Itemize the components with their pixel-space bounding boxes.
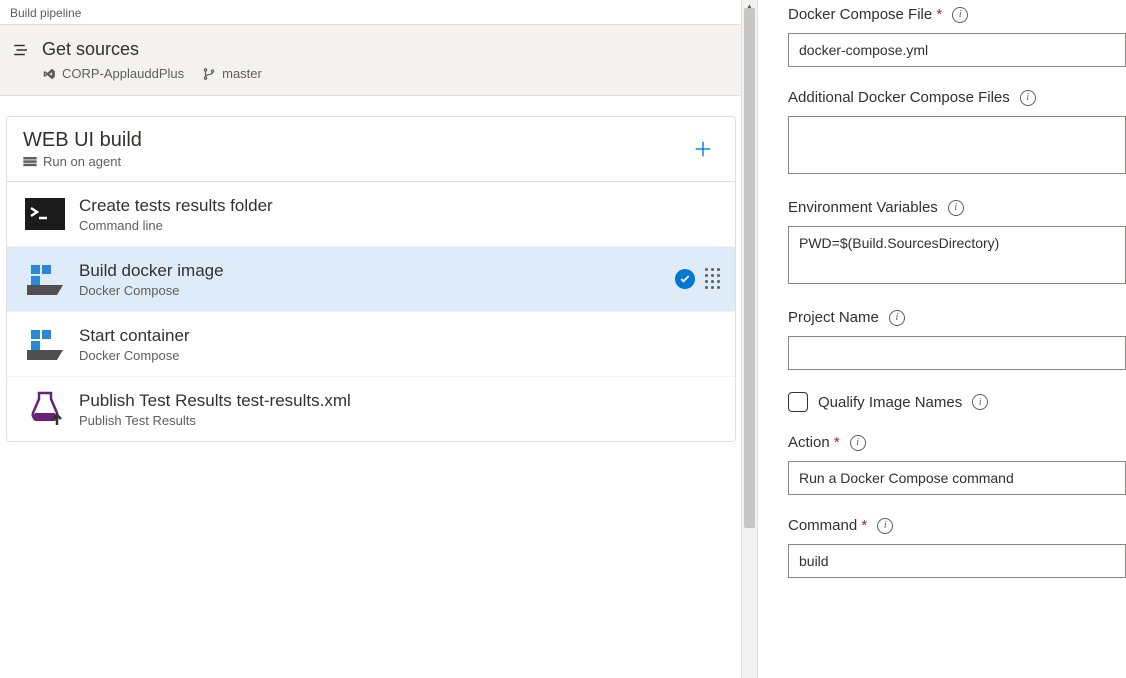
qualify-checkbox[interactable] <box>788 392 808 412</box>
label-text: Environment Variables <box>788 199 938 216</box>
plus-icon <box>692 138 714 160</box>
label-text: Docker Compose File * <box>788 6 942 23</box>
left-panel: Build pipeline Get sources CORP-Applaudd… <box>0 0 758 678</box>
label-text: Command * <box>788 517 867 534</box>
phase-sub: Run on agent <box>23 154 687 169</box>
task-sub: Publish Test Results <box>79 413 717 428</box>
field-env-vars: Environment Variables i <box>788 199 1126 287</box>
branch-name: master <box>222 66 262 81</box>
action-input[interactable] <box>788 461 1126 495</box>
task-title: Publish Test Results test-results.xml <box>79 391 717 411</box>
project-name-input[interactable] <box>788 336 1126 370</box>
field-project-name: Project Name i <box>788 309 1126 370</box>
docker-compose-icon <box>25 259 65 299</box>
agent-icon <box>23 157 37 167</box>
field-qualify: Qualify Image Names i <box>788 392 1126 412</box>
phase-title: WEB UI build <box>23 129 687 152</box>
publish-test-results-icon <box>25 389 65 429</box>
repo-name: CORP-ApplauddPlus <box>62 66 184 81</box>
info-icon[interactable]: i <box>952 7 968 23</box>
status-success-icon <box>675 269 695 289</box>
info-icon[interactable]: i <box>877 518 893 534</box>
phase-run-on: Run on agent <box>43 154 121 169</box>
label-text: Additional Docker Compose Files <box>788 89 1010 106</box>
phase-header[interactable]: WEB UI build Run on agent <box>7 117 735 182</box>
command-input[interactable] <box>788 544 1126 578</box>
repo-indicator: CORP-ApplauddPlus <box>42 66 184 81</box>
pipeline-list: Build pipeline Get sources CORP-Applaudd… <box>0 0 742 678</box>
task-publish-test-results[interactable]: Publish Test Results test-results.xml Pu… <box>7 377 735 441</box>
task-title: Create tests results folder <box>79 196 717 216</box>
info-icon[interactable]: i <box>1020 90 1036 106</box>
additional-files-input[interactable] <box>788 116 1126 174</box>
field-docker-compose-file: Docker Compose File * i <box>788 6 1126 67</box>
field-command: Command * i <box>788 517 1126 578</box>
scrollbar-thumb[interactable] <box>744 8 755 528</box>
get-sources-text: Get sources CORP-ApplauddPlus master <box>42 39 730 81</box>
task-build-docker-image[interactable]: Build docker image Docker Compose <box>7 247 735 312</box>
task-sub: Docker Compose <box>79 283 661 298</box>
task-right <box>675 268 717 290</box>
info-icon[interactable]: i <box>889 310 905 326</box>
label-text: Project Name <box>788 309 879 326</box>
info-icon[interactable]: i <box>850 435 866 451</box>
scrollbar[interactable]: ▲ <box>741 0 757 678</box>
get-sources-row[interactable]: Get sources CORP-ApplauddPlus master <box>0 25 742 96</box>
field-additional-files: Additional Docker Compose Files i <box>788 89 1126 177</box>
branch-icon <box>202 67 216 81</box>
drag-handle-icon[interactable] <box>705 268 717 290</box>
branch-indicator: master <box>202 66 262 81</box>
label-text: Action * <box>788 434 840 451</box>
task-title: Build docker image <box>79 261 661 281</box>
field-action: Action * i <box>788 434 1126 495</box>
get-sources-sub: CORP-ApplauddPlus master <box>42 66 730 81</box>
info-icon[interactable]: i <box>972 394 988 410</box>
get-sources-title: Get sources <box>42 39 730 60</box>
phase-card: WEB UI build Run on agent Create tests r… <box>6 116 736 442</box>
task-sub: Command line <box>79 218 717 233</box>
env-vars-input[interactable] <box>788 226 1126 284</box>
vs-icon <box>42 67 56 81</box>
info-icon[interactable]: i <box>948 200 964 216</box>
pipeline-header: Build pipeline <box>0 0 742 25</box>
pipeline-icon <box>12 41 30 59</box>
docker-compose-file-input[interactable] <box>788 33 1126 67</box>
task-sub: Docker Compose <box>79 348 717 363</box>
label-text: Qualify Image Names <box>818 394 962 411</box>
task-title: Start container <box>79 326 717 346</box>
docker-compose-icon <box>25 324 65 364</box>
add-task-button[interactable] <box>687 133 719 165</box>
task-detail-panel: Docker Compose File * i Additional Docke… <box>758 0 1126 678</box>
task-start-container[interactable]: Start container Docker Compose <box>7 312 735 377</box>
task-create-tests-folder[interactable]: Create tests results folder Command line <box>7 182 735 247</box>
command-line-icon <box>25 194 65 234</box>
